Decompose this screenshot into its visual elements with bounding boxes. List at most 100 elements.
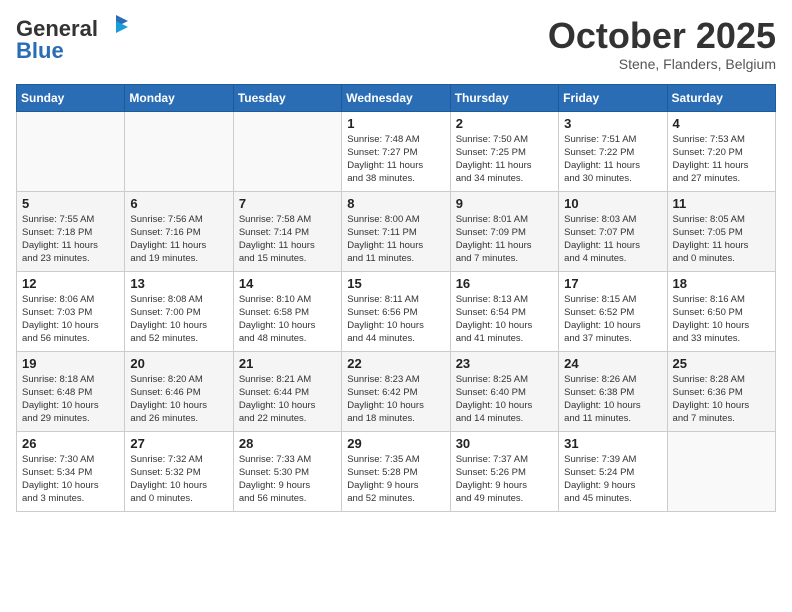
weekday-header-row: SundayMondayTuesdayWednesdayThursdayFrid… bbox=[17, 84, 776, 111]
day-info: Sunrise: 8:26 AM Sunset: 6:38 PM Dayligh… bbox=[564, 373, 661, 426]
calendar-cell: 16Sunrise: 8:13 AM Sunset: 6:54 PM Dayli… bbox=[450, 271, 558, 351]
day-info: Sunrise: 7:55 AM Sunset: 7:18 PM Dayligh… bbox=[22, 213, 119, 266]
day-number: 7 bbox=[239, 196, 336, 211]
day-number: 6 bbox=[130, 196, 227, 211]
week-row-4: 26Sunrise: 7:30 AM Sunset: 5:34 PM Dayli… bbox=[17, 431, 776, 511]
day-info: Sunrise: 7:30 AM Sunset: 5:34 PM Dayligh… bbox=[22, 453, 119, 506]
calendar-cell: 11 Sunrise: 8:05 AM Sunset: 7:05 PM Dayli… bbox=[667, 191, 775, 271]
day-number: 18 bbox=[673, 276, 770, 291]
logo-flag-icon bbox=[102, 13, 130, 41]
day-info: Sunrise: 8:11 AM Sunset: 6:56 PM Dayligh… bbox=[347, 293, 444, 346]
day-info: Sunrise: 7:35 AM Sunset: 5:28 PM Dayligh… bbox=[347, 453, 444, 506]
day-number: 21 bbox=[239, 356, 336, 371]
day-info: Sunrise: 7:53 AM Sunset: 7:20 PM Dayligh… bbox=[673, 133, 770, 186]
day-info: Sunrise: 7:56 AM Sunset: 7:16 PM Dayligh… bbox=[130, 213, 227, 266]
day-number: 4 bbox=[673, 116, 770, 131]
page-header: General Blue October 2025 Stene, Flander… bbox=[16, 16, 776, 72]
day-number: 10 bbox=[564, 196, 661, 211]
day-info: Sunrise: 8:05 AM Sunset: 7:05 PM Dayligh… bbox=[673, 213, 770, 266]
calendar-cell: 12Sunrise: 8:06 AM Sunset: 7:03 PM Dayli… bbox=[17, 271, 125, 351]
day-number: 2 bbox=[456, 116, 553, 131]
calendar-cell: 30Sunrise: 7:37 AM Sunset: 5:26 PM Dayli… bbox=[450, 431, 558, 511]
day-info: Sunrise: 7:32 AM Sunset: 5:32 PM Dayligh… bbox=[130, 453, 227, 506]
day-info: Sunrise: 8:03 AM Sunset: 7:07 PM Dayligh… bbox=[564, 213, 661, 266]
day-number: 11 bbox=[673, 196, 770, 211]
calendar-cell: 31 Sunrise: 7:39 AM Sunset: 5:24 PM Dayli… bbox=[559, 431, 667, 511]
calendar-cell: 18 Sunrise: 8:16 AM Sunset: 6:50 PM Dayli… bbox=[667, 271, 775, 351]
calendar-cell bbox=[667, 431, 775, 511]
calendar-cell: 23 Sunrise: 8:25 AM Sunset: 6:40 PM Dayli… bbox=[450, 351, 558, 431]
day-number: 29 bbox=[347, 436, 444, 451]
day-info: Sunrise: 7:33 AM Sunset: 5:30 PM Dayligh… bbox=[239, 453, 336, 506]
day-number: 3 bbox=[564, 116, 661, 131]
calendar-cell: 24 Sunrise: 8:26 AM Sunset: 6:38 PM Dayli… bbox=[559, 351, 667, 431]
day-info: Sunrise: 8:08 AM Sunset: 7:00 PM Dayligh… bbox=[130, 293, 227, 346]
day-number: 31 bbox=[564, 436, 661, 451]
day-info: Sunrise: 8:00 AM Sunset: 7:11 PM Dayligh… bbox=[347, 213, 444, 266]
calendar-cell bbox=[125, 111, 233, 191]
calendar-cell: 14 Sunrise: 8:10 AM Sunset: 6:58 PM Dayli… bbox=[233, 271, 341, 351]
day-number: 20 bbox=[130, 356, 227, 371]
location-subtitle: Stene, Flanders, Belgium bbox=[548, 56, 776, 72]
day-info: Sunrise: 8:21 AM Sunset: 6:44 PM Dayligh… bbox=[239, 373, 336, 426]
weekday-header-thursday: Thursday bbox=[450, 84, 558, 111]
logo: General Blue bbox=[16, 16, 130, 64]
week-row-3: 19 Sunrise: 8:18 AM Sunset: 6:48 PM Dayli… bbox=[17, 351, 776, 431]
day-number: 15 bbox=[347, 276, 444, 291]
day-number: 19 bbox=[22, 356, 119, 371]
day-info: Sunrise: 7:48 AM Sunset: 7:27 PM Dayligh… bbox=[347, 133, 444, 186]
calendar-cell: 6 Sunrise: 7:56 AM Sunset: 7:16 PM Daylig… bbox=[125, 191, 233, 271]
calendar-cell: 8 Sunrise: 8:00 AM Sunset: 7:11 PM Daylig… bbox=[342, 191, 450, 271]
calendar-cell: 21 Sunrise: 8:21 AM Sunset: 6:44 PM Dayli… bbox=[233, 351, 341, 431]
calendar-cell: 20 Sunrise: 8:20 AM Sunset: 6:46 PM Dayli… bbox=[125, 351, 233, 431]
calendar-cell: 2Sunrise: 7:50 AM Sunset: 7:25 PM Daylig… bbox=[450, 111, 558, 191]
calendar-cell: 3 Sunrise: 7:51 AM Sunset: 7:22 PM Daylig… bbox=[559, 111, 667, 191]
day-number: 27 bbox=[130, 436, 227, 451]
calendar-cell: 4 Sunrise: 7:53 AM Sunset: 7:20 PM Daylig… bbox=[667, 111, 775, 191]
weekday-header-sunday: Sunday bbox=[17, 84, 125, 111]
day-info: Sunrise: 8:16 AM Sunset: 6:50 PM Dayligh… bbox=[673, 293, 770, 346]
day-info: Sunrise: 7:39 AM Sunset: 5:24 PM Dayligh… bbox=[564, 453, 661, 506]
calendar-cell: 22 Sunrise: 8:23 AM Sunset: 6:42 PM Dayli… bbox=[342, 351, 450, 431]
day-info: Sunrise: 8:23 AM Sunset: 6:42 PM Dayligh… bbox=[347, 373, 444, 426]
day-info: Sunrise: 8:20 AM Sunset: 6:46 PM Dayligh… bbox=[130, 373, 227, 426]
day-info: Sunrise: 7:58 AM Sunset: 7:14 PM Dayligh… bbox=[239, 213, 336, 266]
calendar-cell: 13 Sunrise: 8:08 AM Sunset: 7:00 PM Dayli… bbox=[125, 271, 233, 351]
day-info: Sunrise: 8:25 AM Sunset: 6:40 PM Dayligh… bbox=[456, 373, 553, 426]
day-info: Sunrise: 8:13 AM Sunset: 6:54 PM Dayligh… bbox=[456, 293, 553, 346]
day-number: 1 bbox=[347, 116, 444, 131]
day-number: 24 bbox=[564, 356, 661, 371]
day-number: 17 bbox=[564, 276, 661, 291]
day-number: 28 bbox=[239, 436, 336, 451]
day-number: 22 bbox=[347, 356, 444, 371]
day-number: 5 bbox=[22, 196, 119, 211]
calendar-cell: 5 Sunrise: 7:55 AM Sunset: 7:18 PM Daylig… bbox=[17, 191, 125, 271]
weekday-header-monday: Monday bbox=[125, 84, 233, 111]
day-info: Sunrise: 8:18 AM Sunset: 6:48 PM Dayligh… bbox=[22, 373, 119, 426]
day-info: Sunrise: 8:28 AM Sunset: 6:36 PM Dayligh… bbox=[673, 373, 770, 426]
calendar-cell: 9Sunrise: 8:01 AM Sunset: 7:09 PM Daylig… bbox=[450, 191, 558, 271]
day-number: 23 bbox=[456, 356, 553, 371]
day-number: 30 bbox=[456, 436, 553, 451]
calendar-cell: 29 Sunrise: 7:35 AM Sunset: 5:28 PM Dayli… bbox=[342, 431, 450, 511]
day-info: Sunrise: 8:15 AM Sunset: 6:52 PM Dayligh… bbox=[564, 293, 661, 346]
day-info: Sunrise: 8:06 AM Sunset: 7:03 PM Dayligh… bbox=[22, 293, 119, 346]
calendar-cell bbox=[17, 111, 125, 191]
day-number: 8 bbox=[347, 196, 444, 211]
calendar-table: SundayMondayTuesdayWednesdayThursdayFrid… bbox=[16, 84, 776, 512]
day-info: Sunrise: 8:10 AM Sunset: 6:58 PM Dayligh… bbox=[239, 293, 336, 346]
calendar-cell bbox=[233, 111, 341, 191]
day-info: Sunrise: 7:51 AM Sunset: 7:22 PM Dayligh… bbox=[564, 133, 661, 186]
day-number: 14 bbox=[239, 276, 336, 291]
week-row-1: 5 Sunrise: 7:55 AM Sunset: 7:18 PM Daylig… bbox=[17, 191, 776, 271]
calendar-cell: 17 Sunrise: 8:15 AM Sunset: 6:52 PM Dayli… bbox=[559, 271, 667, 351]
day-number: 9 bbox=[456, 196, 553, 211]
day-number: 13 bbox=[130, 276, 227, 291]
week-row-0: 1 Sunrise: 7:48 AM Sunset: 7:27 PM Daylig… bbox=[17, 111, 776, 191]
weekday-header-wednesday: Wednesday bbox=[342, 84, 450, 111]
calendar-cell: 26Sunrise: 7:30 AM Sunset: 5:34 PM Dayli… bbox=[17, 431, 125, 511]
calendar-cell: 10 Sunrise: 8:03 AM Sunset: 7:07 PM Dayli… bbox=[559, 191, 667, 271]
title-block: October 2025 Stene, Flanders, Belgium bbox=[548, 16, 776, 72]
calendar-cell: 15 Sunrise: 8:11 AM Sunset: 6:56 PM Dayli… bbox=[342, 271, 450, 351]
weekday-header-friday: Friday bbox=[559, 84, 667, 111]
